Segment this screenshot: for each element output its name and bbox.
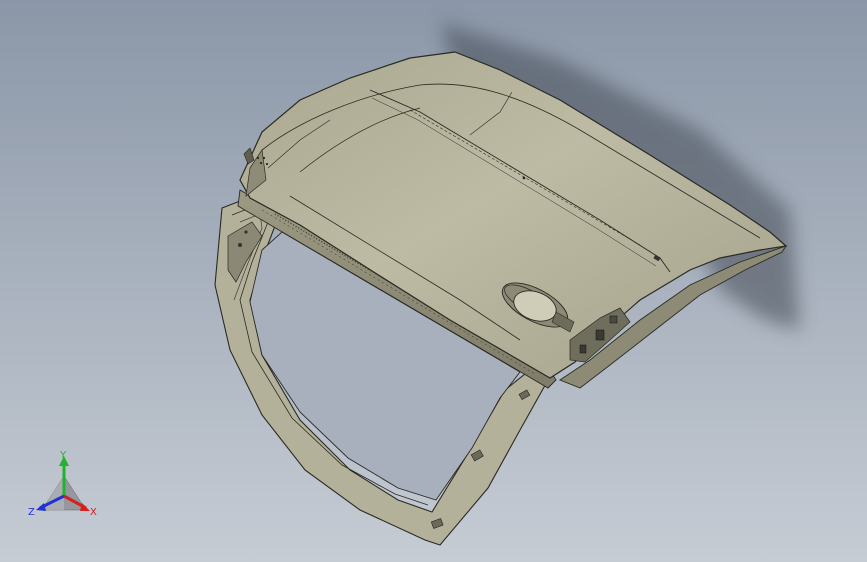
locator-mark bbox=[522, 176, 526, 180]
triad-y-label: Y bbox=[59, 450, 67, 461]
triad-x-label: X bbox=[90, 507, 97, 518]
triad-z-label: Z bbox=[28, 507, 35, 518]
model-view[interactable] bbox=[0, 0, 867, 562]
graphics-viewport[interactable]: Y X Z bbox=[0, 0, 867, 562]
orientation-triad[interactable]: Y X Z bbox=[24, 448, 104, 528]
